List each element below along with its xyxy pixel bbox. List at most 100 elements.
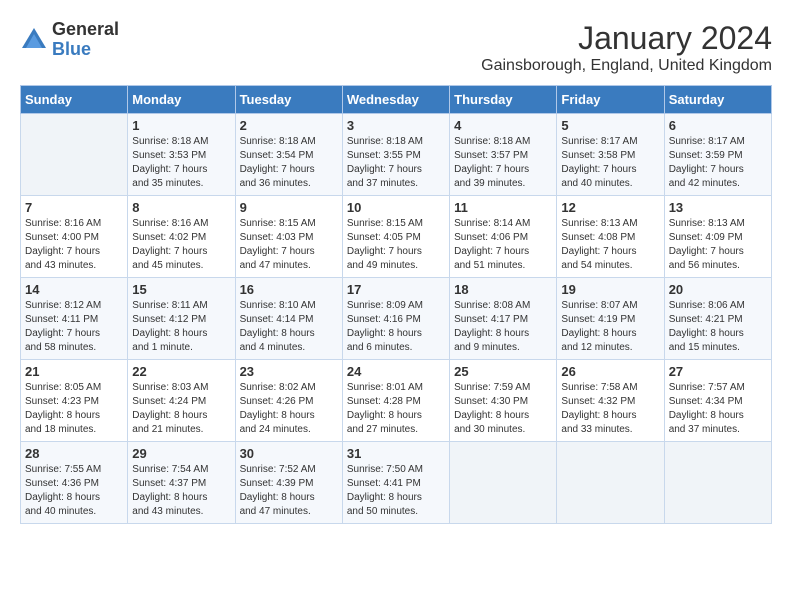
calendar-cell: 12Sunrise: 8:13 AM Sunset: 4:08 PM Dayli… — [557, 196, 664, 278]
page-header: General Blue January 2024 Gainsborough, … — [20, 20, 772, 75]
day-number: 11 — [454, 200, 552, 215]
calendar-cell: 6Sunrise: 8:17 AM Sunset: 3:59 PM Daylig… — [664, 114, 771, 196]
day-number: 24 — [347, 364, 445, 379]
calendar-week-row: 28 Sunrise: 7:55 AM Sunset: 4:36 PM Dayli… — [21, 442, 772, 524]
header-friday: Friday — [557, 86, 664, 114]
day-number: 31 — [347, 446, 445, 461]
day-info: Sunrise: 8:18 AM Sunset: 3:53 PM Dayligh… — [132, 135, 230, 191]
day-info: Sunrise: 8:16 AM Sunset: 4:02 PM Dayligh… — [132, 217, 230, 273]
calendar-week-row: 14 Sunrise: 8:12 AM Sunset: 4:11 PM Dayli… — [21, 278, 772, 360]
calendar-cell: 4 Sunrise: 8:18 AM Sunset: 3:57 PM Daylig… — [450, 114, 557, 196]
calendar-cell: 27Sunrise: 7:57 AM Sunset: 4:34 PM Dayli… — [664, 360, 771, 442]
day-number: 14 — [25, 282, 123, 297]
day-info: Sunrise: 8:07 AM Sunset: 4:19 PM Dayligh… — [561, 299, 659, 355]
day-number: 25 — [454, 364, 552, 379]
calendar-cell: 16 Sunrise: 8:10 AM Sunset: 4:14 PM Dayli… — [235, 278, 342, 360]
day-info: Sunrise: 7:52 AM Sunset: 4:39 PM Dayligh… — [240, 463, 338, 519]
day-info: Sunrise: 8:12 AM Sunset: 4:11 PM Dayligh… — [25, 299, 123, 355]
calendar-cell: 28 Sunrise: 7:55 AM Sunset: 4:36 PM Dayli… — [21, 442, 128, 524]
day-info: Sunrise: 8:10 AM Sunset: 4:14 PM Dayligh… — [240, 299, 338, 355]
day-info: Sunrise: 8:13 AM Sunset: 4:09 PM Dayligh… — [669, 217, 767, 273]
day-number: 9 — [240, 200, 338, 215]
calendar-cell: 20 Sunrise: 8:06 AM Sunset: 4:21 PM Dayli… — [664, 278, 771, 360]
day-number: 17 — [347, 282, 445, 297]
day-info: Sunrise: 8:08 AM Sunset: 4:17 PM Dayligh… — [454, 299, 552, 355]
day-info: Sunrise: 8:14 AM Sunset: 4:06 PM Dayligh… — [454, 217, 552, 273]
calendar-cell — [557, 442, 664, 524]
day-number: 30 — [240, 446, 338, 461]
calendar-cell: 13 Sunrise: 8:13 AM Sunset: 4:09 PM Dayli… — [664, 196, 771, 278]
day-number: 10 — [347, 200, 445, 215]
day-number: 3 — [347, 118, 445, 133]
calendar-cell: 22 Sunrise: 8:03 AM Sunset: 4:24 PM Dayli… — [128, 360, 235, 442]
day-number: 28 — [25, 446, 123, 461]
calendar-cell: 1 Sunrise: 8:18 AM Sunset: 3:53 PM Daylig… — [128, 114, 235, 196]
header-sunday: Sunday — [21, 86, 128, 114]
day-info: Sunrise: 7:59 AM Sunset: 4:30 PM Dayligh… — [454, 381, 552, 437]
calendar-cell: 31 Sunrise: 7:50 AM Sunset: 4:41 PM Dayli… — [342, 442, 449, 524]
calendar-week-row: 7Sunrise: 8:16 AM Sunset: 4:00 PM Daylig… — [21, 196, 772, 278]
header-saturday: Saturday — [664, 86, 771, 114]
calendar-cell: 11 Sunrise: 8:14 AM Sunset: 4:06 PM Dayli… — [450, 196, 557, 278]
calendar-cell: 14 Sunrise: 8:12 AM Sunset: 4:11 PM Dayli… — [21, 278, 128, 360]
calendar-cell — [664, 442, 771, 524]
calendar-cell: 9 Sunrise: 8:15 AM Sunset: 4:03 PM Daylig… — [235, 196, 342, 278]
calendar-table: SundayMondayTuesdayWednesdayThursdayFrid… — [20, 85, 772, 524]
calendar-week-row: 1 Sunrise: 8:18 AM Sunset: 3:53 PM Daylig… — [21, 114, 772, 196]
calendar-cell: 17 Sunrise: 8:09 AM Sunset: 4:16 PM Dayli… — [342, 278, 449, 360]
day-info: Sunrise: 7:57 AM Sunset: 4:34 PM Dayligh… — [669, 381, 767, 437]
day-number: 5 — [561, 118, 659, 133]
day-info: Sunrise: 8:18 AM Sunset: 3:54 PM Dayligh… — [240, 135, 338, 191]
calendar-cell: 21 Sunrise: 8:05 AM Sunset: 4:23 PM Dayli… — [21, 360, 128, 442]
day-number: 6 — [669, 118, 767, 133]
day-info: Sunrise: 8:17 AM Sunset: 3:58 PM Dayligh… — [561, 135, 659, 191]
day-info: Sunrise: 8:03 AM Sunset: 4:24 PM Dayligh… — [132, 381, 230, 437]
calendar-cell: 26 Sunrise: 7:58 AM Sunset: 4:32 PM Dayli… — [557, 360, 664, 442]
day-number: 13 — [669, 200, 767, 215]
day-number: 12 — [561, 200, 659, 215]
day-info: Sunrise: 7:58 AM Sunset: 4:32 PM Dayligh… — [561, 381, 659, 437]
day-number: 2 — [240, 118, 338, 133]
calendar-cell: 7Sunrise: 8:16 AM Sunset: 4:00 PM Daylig… — [21, 196, 128, 278]
calendar-cell: 2 Sunrise: 8:18 AM Sunset: 3:54 PM Daylig… — [235, 114, 342, 196]
calendar-cell: 8 Sunrise: 8:16 AM Sunset: 4:02 PM Daylig… — [128, 196, 235, 278]
logo-general: General — [52, 20, 119, 40]
calendar-cell: 23Sunrise: 8:02 AM Sunset: 4:26 PM Dayli… — [235, 360, 342, 442]
day-info: Sunrise: 7:50 AM Sunset: 4:41 PM Dayligh… — [347, 463, 445, 519]
day-info: Sunrise: 8:06 AM Sunset: 4:21 PM Dayligh… — [669, 299, 767, 355]
day-number: 8 — [132, 200, 230, 215]
calendar-cell: 5 Sunrise: 8:17 AM Sunset: 3:58 PM Daylig… — [557, 114, 664, 196]
calendar-cell: 25 Sunrise: 7:59 AM Sunset: 4:30 PM Dayli… — [450, 360, 557, 442]
calendar-cell: 3 Sunrise: 8:18 AM Sunset: 3:55 PM Daylig… — [342, 114, 449, 196]
calendar-cell — [21, 114, 128, 196]
day-info: Sunrise: 8:05 AM Sunset: 4:23 PM Dayligh… — [25, 381, 123, 437]
logo: General Blue — [20, 20, 119, 60]
header-wednesday: Wednesday — [342, 86, 449, 114]
day-number: 19 — [561, 282, 659, 297]
logo-blue: Blue — [52, 40, 119, 60]
header-thursday: Thursday — [450, 86, 557, 114]
title-block: January 2024 Gainsborough, England, Unit… — [481, 20, 772, 75]
header-tuesday: Tuesday — [235, 86, 342, 114]
day-info: Sunrise: 8:18 AM Sunset: 3:55 PM Dayligh… — [347, 135, 445, 191]
day-info: Sunrise: 8:02 AM Sunset: 4:26 PM Dayligh… — [240, 381, 338, 437]
day-number: 21 — [25, 364, 123, 379]
calendar-cell: 24Sunrise: 8:01 AM Sunset: 4:28 PM Dayli… — [342, 360, 449, 442]
day-info: Sunrise: 7:55 AM Sunset: 4:36 PM Dayligh… — [25, 463, 123, 519]
calendar-cell: 15Sunrise: 8:11 AM Sunset: 4:12 PM Dayli… — [128, 278, 235, 360]
day-number: 26 — [561, 364, 659, 379]
day-info: Sunrise: 8:15 AM Sunset: 4:03 PM Dayligh… — [240, 217, 338, 273]
day-number: 4 — [454, 118, 552, 133]
calendar-cell: 19 Sunrise: 8:07 AM Sunset: 4:19 PM Dayli… — [557, 278, 664, 360]
day-number: 15 — [132, 282, 230, 297]
day-info: Sunrise: 8:18 AM Sunset: 3:57 PM Dayligh… — [454, 135, 552, 191]
calendar-cell — [450, 442, 557, 524]
day-info: Sunrise: 8:09 AM Sunset: 4:16 PM Dayligh… — [347, 299, 445, 355]
day-number: 1 — [132, 118, 230, 133]
calendar-cell: 30 Sunrise: 7:52 AM Sunset: 4:39 PM Dayli… — [235, 442, 342, 524]
day-number: 22 — [132, 364, 230, 379]
day-number: 16 — [240, 282, 338, 297]
day-number: 20 — [669, 282, 767, 297]
calendar-week-row: 21 Sunrise: 8:05 AM Sunset: 4:23 PM Dayli… — [21, 360, 772, 442]
day-info: Sunrise: 8:15 AM Sunset: 4:05 PM Dayligh… — [347, 217, 445, 273]
